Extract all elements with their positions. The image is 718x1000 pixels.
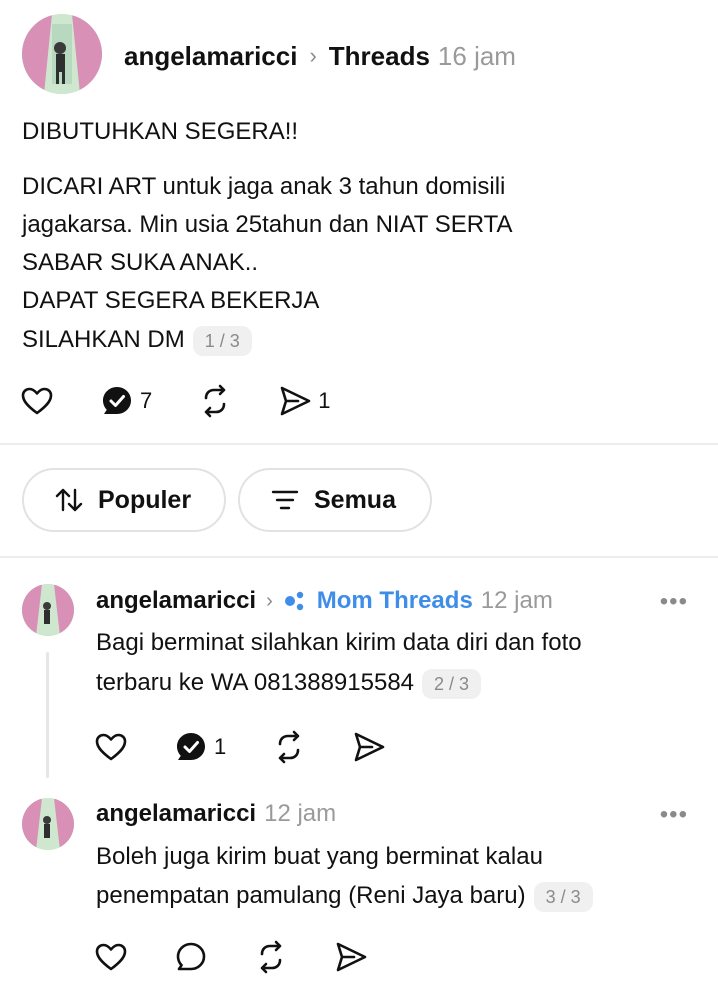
post-text-line: SABAR SUKA ANAK.. <box>22 249 259 276</box>
like-button[interactable] <box>20 384 54 418</box>
reply-icon <box>103 387 131 414</box>
divider <box>0 443 718 445</box>
share-icon <box>336 942 367 972</box>
reply-header: angelamaricci 12 jam <box>96 797 336 831</box>
timestamp: 12 jam <box>264 800 337 827</box>
post-actions: 7 1 <box>20 384 377 418</box>
reply-text-last: penempatan pamulang (Reni Jaya baru) <box>96 882 526 909</box>
filter-label: Semua <box>314 485 396 514</box>
chevron-right-icon: › <box>266 589 273 612</box>
repost-icon <box>278 730 300 764</box>
repost-button[interactable] <box>254 940 288 974</box>
topic-label: Mom Threads <box>316 587 473 614</box>
reply-actions <box>94 940 414 974</box>
repost-icon <box>260 940 282 974</box>
divider <box>0 556 718 558</box>
reply-text-last: terbaru ke WA 081388915584 <box>96 669 415 696</box>
share-button[interactable]: 1 <box>278 384 331 418</box>
post-text-line: jagakarsa. Min usia 25tahun dan NIAT SER… <box>22 211 513 238</box>
timestamp: 12 jam <box>480 587 553 614</box>
post-text-line: DIBUTUHKAN SEGERA!! <box>22 118 299 145</box>
reply-icon <box>177 733 205 760</box>
more-icon[interactable]: ••• <box>660 801 688 829</box>
filter-semua-button[interactable]: Semua <box>238 468 432 532</box>
share-count: 1 <box>318 388 331 413</box>
post-text-line: DAPAT SEGERA BEKERJA <box>22 287 320 314</box>
reply-icon <box>176 942 206 971</box>
sort-populer-button[interactable]: Populer <box>22 468 226 532</box>
reply-header: angelamaricci › Mom Threads 12 jam <box>96 584 553 618</box>
heart-icon <box>95 943 127 971</box>
page-indicator: 1 / 3 <box>192 325 252 356</box>
avatar[interactable] <box>22 798 74 850</box>
post-text-last: SILAHKAN DM <box>22 326 185 353</box>
username[interactable]: angelamaricci <box>124 41 297 72</box>
heart-icon <box>21 387 53 415</box>
reply-count: 7 <box>140 388 153 413</box>
share-button[interactable] <box>352 730 386 764</box>
reply-count: 1 <box>214 734 227 759</box>
page-indicator: 2 / 3 <box>422 668 482 699</box>
reply-text-line: terbaru ke WA 081388915584 2 / 3 <box>96 663 482 703</box>
reply-button[interactable]: 1 <box>174 730 226 764</box>
reply-text-line: penempatan pamulang (Reni Jaya baru) 3 / … <box>96 876 593 916</box>
repost-button[interactable] <box>198 384 232 418</box>
repost-icon <box>204 384 226 418</box>
avatar[interactable] <box>22 584 74 636</box>
post-text-line: DICARI ART untuk jaga anak 3 tahun domis… <box>22 173 506 200</box>
sort-label: Populer <box>98 485 192 514</box>
timestamp: 16 jam <box>437 40 516 71</box>
share-icon <box>280 386 311 416</box>
reply-text-line: Boleh juga kirim buat yang berminat kala… <box>96 843 543 870</box>
repost-button[interactable] <box>272 730 306 764</box>
share-button[interactable] <box>334 940 368 974</box>
avatar[interactable] <box>22 14 102 94</box>
username[interactable]: angelamaricci <box>96 587 256 615</box>
page-indicator: 3 / 3 <box>533 881 593 912</box>
thread-connector <box>46 652 49 778</box>
topic-tag[interactable]: Mom Threads <box>283 587 473 615</box>
share-icon <box>354 732 385 762</box>
reply-button[interactable]: 7 <box>100 384 152 418</box>
chevron-right-icon: › <box>309 43 317 68</box>
mom-threads-topic-icon <box>284 591 303 611</box>
post-header: angelamaricci › Threads 16 jam <box>124 38 516 74</box>
more-icon[interactable]: ••• <box>660 588 688 616</box>
main-post: angelamaricci › Threads 16 jam DIBUTUHKA… <box>0 0 718 445</box>
reply-filters: Populer Semua <box>22 468 432 532</box>
username[interactable]: angelamaricci <box>96 800 256 828</box>
reply-button[interactable] <box>174 940 208 974</box>
filter-icon <box>271 490 299 510</box>
sort-icon <box>55 488 83 512</box>
like-button[interactable] <box>94 940 128 974</box>
post-text-line: SILAHKAN DM 1 / 3 <box>22 321 252 359</box>
reply-text-line: Bagi berminat silahkan kirim data diri d… <box>96 629 582 656</box>
like-button[interactable] <box>94 730 128 764</box>
topic-tag[interactable]: Threads <box>329 41 430 72</box>
reply-actions: 1 <box>94 730 432 764</box>
heart-icon <box>95 733 127 761</box>
